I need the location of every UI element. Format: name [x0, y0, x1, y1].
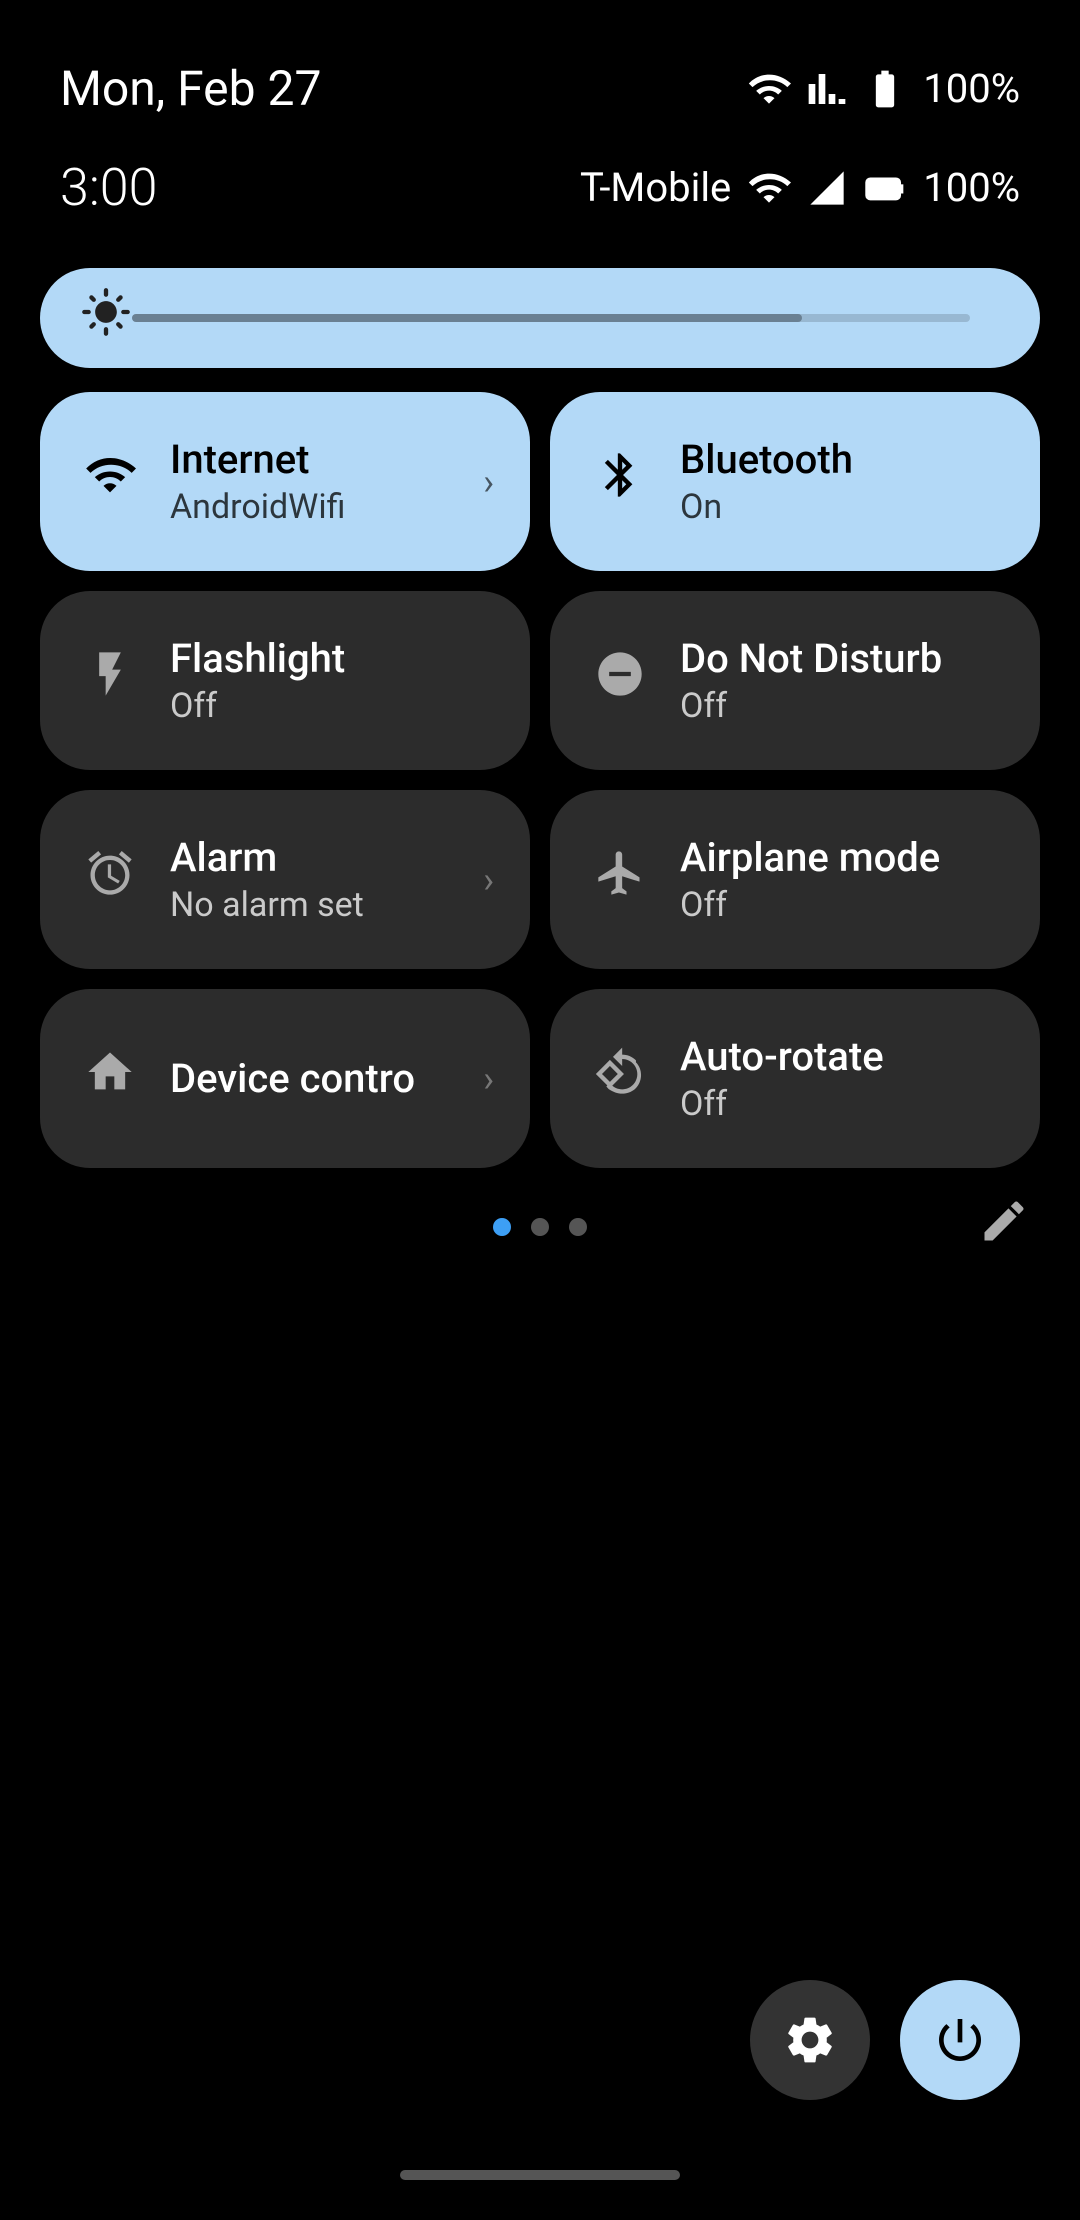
- tile-airplane-subtitle: Off: [680, 885, 940, 925]
- battery-status-icon: [863, 67, 907, 111]
- tile-dnd[interactable]: Do Not Disturb Off: [550, 591, 1040, 770]
- tile-airplane-title: Airplane mode: [680, 834, 940, 881]
- tile-airplane[interactable]: Airplane mode Off: [550, 790, 1040, 969]
- tile-flashlight-text: Flashlight Off: [170, 635, 345, 726]
- page-dot-1[interactable]: [493, 1218, 511, 1236]
- settings-button[interactable]: [750, 1980, 870, 2100]
- tile-dnd-title: Do Not Disturb: [680, 635, 942, 682]
- rotate-tile-icon: [590, 1046, 650, 1111]
- tile-flashlight-subtitle: Off: [170, 686, 345, 726]
- tile-airplane-text: Airplane mode Off: [680, 834, 940, 925]
- tile-flashlight[interactable]: Flashlight Off: [40, 591, 530, 770]
- home-tile-icon: [80, 1046, 140, 1111]
- tile-alarm-subtitle: No alarm set: [170, 885, 364, 925]
- carrier-signal-icon: [807, 166, 847, 210]
- time-row: 3:00 T-Mobile 100%: [0, 137, 1080, 248]
- home-indicator: [400, 2170, 680, 2180]
- alarm-chevron-icon: ›: [483, 859, 494, 901]
- carrier-battery-percent: 100%: [923, 164, 1020, 211]
- tile-auto-rotate-title: Auto-rotate: [680, 1033, 884, 1080]
- bluetooth-tile-icon: [590, 449, 650, 514]
- wifi-tile-icon: [80, 449, 140, 514]
- tile-alarm[interactable]: Alarm No alarm set ›: [40, 790, 530, 969]
- brightness-fill: [132, 314, 802, 322]
- status-bar: Mon, Feb 27 100%: [0, 0, 1080, 137]
- status-right-icons: 100%: [747, 65, 1020, 112]
- wifi-status-icon: [747, 67, 791, 111]
- internet-chevron-icon: ›: [483, 461, 494, 503]
- tile-bluetooth-text: Bluetooth On: [680, 436, 853, 527]
- tile-grid: Internet AndroidWifi › Bluetooth On: [40, 392, 1040, 1168]
- status-date: Mon, Feb 27: [60, 60, 321, 117]
- tile-auto-rotate-text: Auto-rotate Off: [680, 1033, 884, 1124]
- tile-auto-rotate-subtitle: Off: [680, 1084, 884, 1124]
- signal-status-icon: [807, 67, 847, 111]
- tile-device-controls-text: Device contro: [170, 1055, 415, 1102]
- dnd-tile-icon: [590, 648, 650, 713]
- battery-percent: 100%: [923, 65, 1020, 112]
- bottom-action-buttons: [750, 1980, 1020, 2100]
- tile-bluetooth[interactable]: Bluetooth On: [550, 392, 1040, 571]
- tile-dnd-text: Do Not Disturb Off: [680, 635, 942, 726]
- carrier-info: T-Mobile 100%: [580, 164, 1020, 211]
- page-indicators: [40, 1218, 1040, 1236]
- tile-bluetooth-subtitle: On: [680, 487, 853, 527]
- airplane-tile-icon: [590, 847, 650, 912]
- quick-settings-panel: Internet AndroidWifi › Bluetooth On: [0, 248, 1080, 1276]
- carrier-battery-icon: [863, 166, 907, 210]
- alarm-tile-icon: [80, 847, 140, 912]
- device-controls-chevron-icon: ›: [483, 1058, 494, 1100]
- tile-internet-title: Internet: [170, 436, 345, 483]
- tile-alarm-text: Alarm No alarm set: [170, 834, 364, 925]
- brightness-icon: [80, 286, 132, 351]
- brightness-track[interactable]: [132, 314, 970, 322]
- carrier-wifi-icon: [747, 166, 791, 210]
- tile-flashlight-title: Flashlight: [170, 635, 345, 682]
- page-dot-2[interactable]: [531, 1218, 549, 1236]
- tile-device-controls[interactable]: Device contro ›: [40, 989, 530, 1168]
- power-button[interactable]: [900, 1980, 1020, 2100]
- tile-bluetooth-title: Bluetooth: [680, 436, 853, 483]
- tile-device-controls-title: Device contro: [170, 1055, 415, 1102]
- tile-internet[interactable]: Internet AndroidWifi ›: [40, 392, 530, 571]
- tile-internet-subtitle: AndroidWifi: [170, 487, 345, 527]
- carrier-name: T-Mobile: [580, 164, 731, 211]
- tile-internet-text: Internet AndroidWifi: [170, 436, 345, 527]
- clock-time: 3:00: [60, 157, 157, 218]
- tile-auto-rotate[interactable]: Auto-rotate Off: [550, 989, 1040, 1168]
- tile-alarm-title: Alarm: [170, 834, 364, 881]
- edit-tiles-button[interactable]: [968, 1185, 1040, 1270]
- flashlight-tile-icon: [80, 648, 140, 713]
- page-dot-3[interactable]: [569, 1218, 587, 1236]
- brightness-slider[interactable]: [40, 268, 1040, 368]
- tile-dnd-subtitle: Off: [680, 686, 942, 726]
